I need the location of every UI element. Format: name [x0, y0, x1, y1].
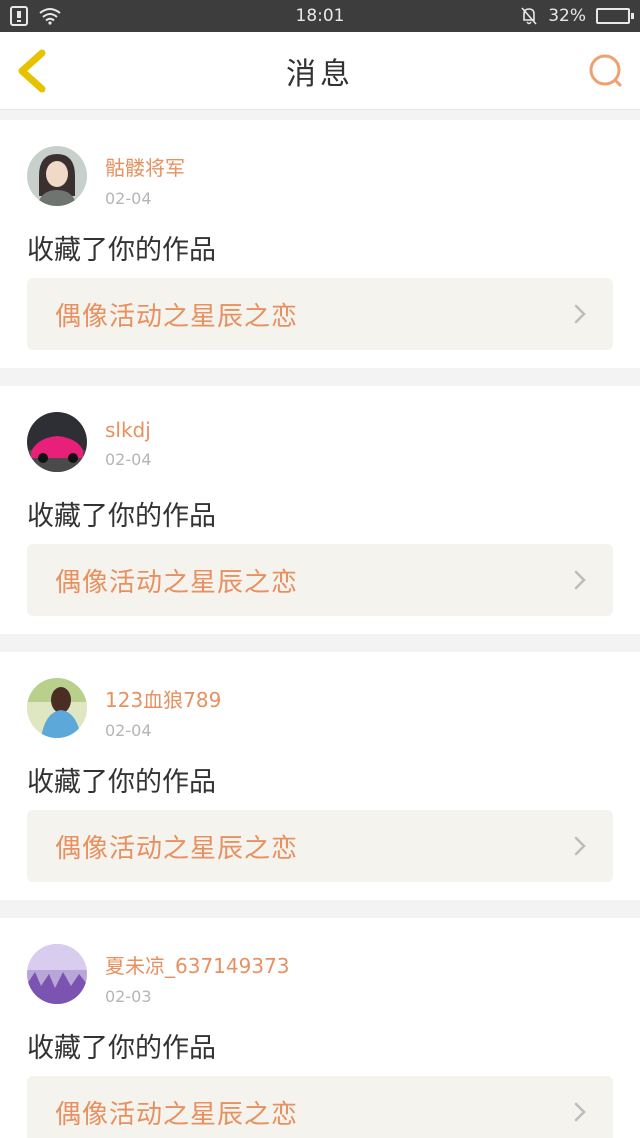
- list-top-gap: [0, 110, 640, 120]
- message-date: 02-03: [105, 987, 152, 1006]
- sim-icon: [10, 6, 28, 26]
- user-row: 123血狼789 02-04: [27, 678, 613, 740]
- page-title: 消息: [286, 56, 354, 92]
- back-button[interactable]: [14, 49, 54, 93]
- message-date: 02-04: [105, 450, 152, 469]
- message-date: 02-04: [105, 189, 152, 208]
- work-link[interactable]: 偶像活动之星辰之恋: [27, 544, 613, 616]
- user-info: 骷髅将军 02-04: [105, 146, 185, 208]
- action-text: 收藏了你的作品: [27, 1033, 216, 1064]
- user-info: slkdj 02-04: [105, 412, 152, 469]
- message-card: 骷髅将军 02-04 收藏了你的作品 偶像活动之星辰之恋: [0, 120, 640, 368]
- user-info: 夏未凉_637149373 02-03: [105, 944, 290, 1006]
- chevron-left-icon: [18, 49, 46, 93]
- message-card: slkdj 02-04 收藏了你的作品 偶像活动之星辰之恋: [0, 386, 640, 634]
- card-divider: [0, 634, 640, 652]
- nav-header: 消息: [0, 32, 640, 110]
- message-date: 02-04: [105, 721, 152, 740]
- work-title: 偶像活动之星辰之恋: [55, 301, 299, 332]
- work-link[interactable]: 偶像活动之星辰之恋: [27, 810, 613, 882]
- user-row: slkdj 02-04: [27, 412, 613, 474]
- search-button[interactable]: [586, 52, 626, 92]
- message-card: 夏未凉_637149373 02-03 收藏了你的作品 偶像活动之星辰之恋: [0, 918, 640, 1138]
- work-title: 偶像活动之星辰之恋: [55, 833, 299, 864]
- action-text: 收藏了你的作品: [27, 501, 216, 532]
- message-card: 123血狼789 02-04 收藏了你的作品 偶像活动之星辰之恋: [0, 652, 640, 900]
- chevron-right-icon: [574, 836, 586, 856]
- work-title: 偶像活动之星辰之恋: [55, 567, 299, 598]
- status-left: [10, 6, 62, 26]
- user-row: 骷髅将军 02-04: [27, 146, 613, 208]
- action-text: 收藏了你的作品: [27, 767, 216, 798]
- card-divider: [0, 368, 640, 386]
- avatar[interactable]: [27, 944, 87, 1004]
- user-info: 123血狼789 02-04: [105, 678, 221, 740]
- username[interactable]: 夏未凉_637149373: [105, 950, 290, 979]
- status-bar: 18:01 32%: [0, 0, 640, 32]
- wifi-icon: [39, 8, 61, 25]
- username[interactable]: 123血狼789: [105, 684, 221, 713]
- status-right: 32%: [520, 6, 634, 26]
- card-divider: [0, 900, 640, 918]
- user-row: 夏未凉_637149373 02-03: [27, 944, 613, 1006]
- username[interactable]: slkdj: [105, 418, 152, 442]
- bell-muted-icon: [521, 7, 537, 25]
- chevron-right-icon: [574, 304, 586, 324]
- work-link[interactable]: 偶像活动之星辰之恋: [27, 278, 613, 350]
- message-list: 骷髅将军 02-04 收藏了你的作品 偶像活动之星辰之恋 slkdj 02-04…: [0, 120, 640, 1138]
- chevron-right-icon: [574, 1102, 586, 1122]
- battery-percent: 32%: [548, 6, 586, 26]
- username[interactable]: 骷髅将军: [105, 152, 185, 181]
- avatar[interactable]: [27, 146, 87, 206]
- search-icon: [589, 54, 622, 87]
- chevron-right-icon: [574, 570, 586, 590]
- battery-icon: [596, 8, 634, 24]
- action-text: 收藏了你的作品: [27, 235, 216, 266]
- avatar[interactable]: [27, 678, 87, 738]
- work-title: 偶像活动之星辰之恋: [55, 1099, 299, 1130]
- avatar[interactable]: [27, 412, 87, 472]
- work-link[interactable]: 偶像活动之星辰之恋: [27, 1076, 613, 1138]
